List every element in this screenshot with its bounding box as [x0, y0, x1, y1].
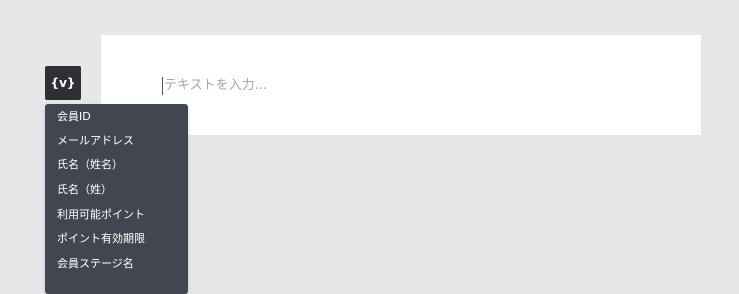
- menu-item-member-stage[interactable]: 会員ステージ名: [57, 252, 134, 276]
- editor-placeholder: テキストを入力...: [164, 78, 268, 93]
- variable-menu: 会員ID メールアドレス 氏名（姓名） 氏名（姓） 利用可能ポイント ポイント有…: [45, 104, 188, 294]
- menu-item-full-name[interactable]: 氏名（姓名）: [57, 153, 123, 177]
- menu-item-email[interactable]: メールアドレス: [57, 129, 134, 153]
- menu-item-last-name[interactable]: 氏名（姓）: [57, 178, 112, 202]
- menu-item-available-points[interactable]: 利用可能ポイント: [57, 203, 145, 227]
- menu-item-member-id[interactable]: 会員ID: [57, 105, 91, 129]
- text-editor[interactable]: テキストを入力...: [101, 35, 701, 135]
- menu-item-points-expiry[interactable]: ポイント有効期限: [57, 227, 145, 251]
- text-caret: [162, 77, 163, 95]
- insert-variable-button[interactable]: {v}: [45, 66, 81, 100]
